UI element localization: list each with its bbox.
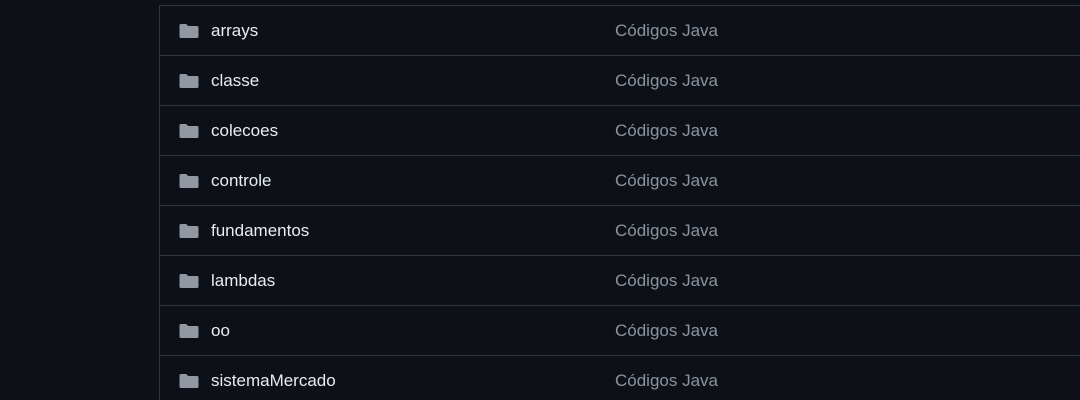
commit-message-link[interactable]: Códigos Java xyxy=(615,71,718,91)
file-row[interactable]: controle Códigos Java xyxy=(160,156,1080,206)
file-row[interactable]: fundamentos Códigos Java xyxy=(160,206,1080,256)
file-row[interactable]: sistemaMercado Códigos Java xyxy=(160,356,1080,400)
file-row[interactable]: oo Códigos Java xyxy=(160,306,1080,356)
commit-message-link[interactable]: Códigos Java xyxy=(615,121,718,141)
folder-name-link[interactable]: classe xyxy=(211,71,615,91)
folder-icon xyxy=(179,23,199,39)
folder-icon xyxy=(179,273,199,289)
folder-name-link[interactable]: lambdas xyxy=(211,271,615,291)
commit-message-link[interactable]: Códigos Java xyxy=(615,371,718,391)
file-row[interactable]: lambdas Códigos Java xyxy=(160,256,1080,306)
page: arrays Códigos Java classe Códigos Java … xyxy=(0,0,1080,400)
commit-message-link[interactable]: Códigos Java xyxy=(615,171,718,191)
folder-name-link[interactable]: sistemaMercado xyxy=(211,371,615,391)
commit-message-link[interactable]: Códigos Java xyxy=(615,321,718,341)
folder-name-link[interactable]: oo xyxy=(211,321,615,341)
file-row[interactable]: classe Códigos Java xyxy=(160,56,1080,106)
commit-message-link[interactable]: Códigos Java xyxy=(615,221,718,241)
folder-icon xyxy=(179,123,199,139)
folder-name-link[interactable]: controle xyxy=(211,171,615,191)
folder-icon xyxy=(179,73,199,89)
file-list: arrays Códigos Java classe Códigos Java … xyxy=(159,5,1080,400)
file-row[interactable]: colecoes Códigos Java xyxy=(160,106,1080,156)
folder-icon xyxy=(179,223,199,239)
folder-icon xyxy=(179,373,199,389)
commit-message-link[interactable]: Códigos Java xyxy=(615,21,718,41)
folder-icon xyxy=(179,173,199,189)
folder-name-link[interactable]: fundamentos xyxy=(211,221,615,241)
folder-name-link[interactable]: colecoes xyxy=(211,121,615,141)
folder-name-link[interactable]: arrays xyxy=(211,21,615,41)
file-row[interactable]: arrays Códigos Java xyxy=(160,6,1080,56)
commit-message-link[interactable]: Códigos Java xyxy=(615,271,718,291)
folder-icon xyxy=(179,323,199,339)
